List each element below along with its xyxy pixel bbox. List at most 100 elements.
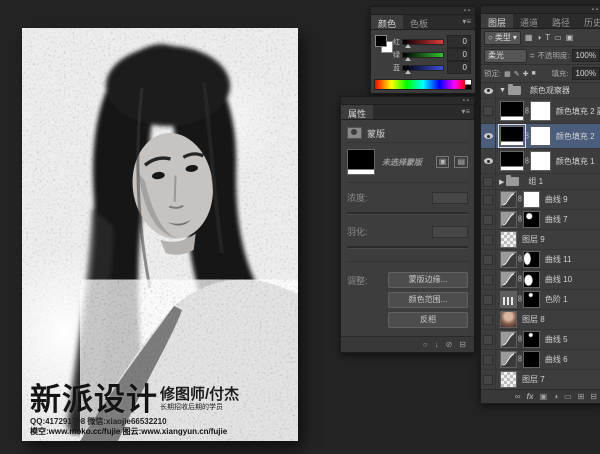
- color-panel-grip[interactable]: ▪▪: [371, 7, 475, 15]
- layer-mask-thumbnail[interactable]: [523, 251, 540, 268]
- new-layer-icon[interactable]: ⊞: [578, 392, 585, 402]
- panel-collapse-icon[interactable]: ▪▪: [464, 8, 472, 14]
- layer-thumbnail[interactable]: [500, 231, 517, 248]
- layer-mask-thumbnail[interactable]: [523, 211, 540, 228]
- filter-pixel-layers-icon[interactable]: ▦: [525, 33, 533, 42]
- layer-row-curves[interactable]: 8 曲线 6: [481, 350, 600, 370]
- visibility-toggle[interactable]: [481, 250, 496, 269]
- layer-row-fill[interactable]: 8 颜色填充 2 副本: [481, 99, 600, 124]
- red-slider[interactable]: [402, 39, 444, 45]
- layer-name[interactable]: 颜色观察器: [530, 85, 570, 96]
- density-slider[interactable]: [347, 212, 468, 215]
- layer-row-pixel[interactable]: 图层 7: [481, 370, 600, 389]
- layer-name[interactable]: 色阶 1: [545, 294, 568, 305]
- visibility-toggle[interactable]: [481, 83, 496, 98]
- filter-type-dropdown[interactable]: ○ 类型 ▾: [484, 31, 521, 45]
- panel-menu-icon[interactable]: ▾≡: [457, 105, 474, 119]
- layer-row-fill[interactable]: 8 颜色填充 1: [481, 149, 600, 174]
- panel-collapse-icon[interactable]: ▪▪: [592, 7, 600, 13]
- document-canvas[interactable]: 新派设计 修图师/付杰 长期招收后期的学员 QQ:417291798 微信:xi…: [22, 28, 298, 441]
- foreground-background-swatches[interactable]: [375, 35, 393, 57]
- opacity-value[interactable]: 100%: [572, 49, 600, 62]
- layer-row-pixel[interactable]: 图层 9: [481, 230, 600, 250]
- layer-name[interactable]: 颜色填充 2: [556, 131, 595, 142]
- add-pixel-mask-icon[interactable]: ▣: [436, 156, 450, 168]
- feather-slider[interactable]: [347, 246, 468, 249]
- layer-name[interactable]: 图层 9: [522, 234, 545, 245]
- layer-name[interactable]: 曲线 10: [545, 274, 572, 285]
- curves-adjustment-icon[interactable]: [500, 251, 517, 268]
- disable-mask-icon[interactable]: ⊘: [446, 340, 453, 349]
- tab-layers[interactable]: 图层: [481, 14, 513, 28]
- layer-name[interactable]: 图层 8: [522, 314, 545, 325]
- levels-adjustment-icon[interactable]: [500, 291, 517, 308]
- lock-position-icon[interactable]: ✚: [523, 70, 529, 78]
- layer-row-levels[interactable]: 8 色阶 1: [481, 290, 600, 310]
- layer-row-curves[interactable]: 8 曲线 9: [481, 190, 600, 210]
- tab-history[interactable]: 历史记录: [577, 14, 600, 28]
- layer-mask-thumbnail[interactable]: [523, 271, 540, 288]
- mask-edge-button[interactable]: 蒙版边缘...: [388, 272, 468, 288]
- visibility-toggle[interactable]: [481, 270, 496, 289]
- layer-row-group-collapsed[interactable]: ▶ 组 1: [481, 174, 600, 190]
- feather-value-box[interactable]: [432, 226, 468, 238]
- layer-row-pixel[interactable]: 图层 8: [481, 310, 600, 330]
- panel-menu-icon[interactable]: ▾≡: [458, 15, 475, 29]
- filter-type-layers-icon[interactable]: T: [545, 33, 550, 42]
- layer-mask-thumbnail[interactable]: [523, 331, 540, 348]
- visibility-toggle[interactable]: [481, 350, 496, 369]
- visibility-toggle[interactable]: [481, 370, 496, 389]
- layer-thumbnail[interactable]: [500, 371, 517, 388]
- new-group-icon[interactable]: ▭: [564, 392, 572, 402]
- tab-swatches[interactable]: 色板: [403, 15, 435, 29]
- add-vector-mask-icon[interactable]: ▤: [454, 156, 468, 168]
- layers-panel-grip[interactable]: ▪▪: [481, 6, 600, 14]
- lock-transparency-icon[interactable]: ▦: [504, 70, 511, 78]
- visibility-toggle[interactable]: [481, 99, 496, 123]
- layer-mask-thumbnail[interactable]: [523, 191, 540, 208]
- layer-mask-thumbnail[interactable]: [530, 151, 551, 171]
- layer-name[interactable]: 曲线 5: [545, 334, 568, 345]
- delete-mask-icon[interactable]: ⊟: [459, 340, 466, 349]
- red-value[interactable]: 0: [447, 35, 471, 48]
- curves-adjustment-icon[interactable]: [500, 351, 517, 368]
- layer-row-curves[interactable]: 8 曲线 11: [481, 250, 600, 270]
- curves-adjustment-icon[interactable]: [500, 211, 517, 228]
- filter-smart-object-icon[interactable]: ▣: [566, 33, 574, 42]
- visibility-toggle[interactable]: [481, 149, 496, 173]
- fill-value[interactable]: 100%: [572, 67, 600, 80]
- lock-all-icon[interactable]: ■: [531, 70, 535, 78]
- color-spectrum-ramp[interactable]: [374, 79, 472, 90]
- tab-properties[interactable]: 属性: [341, 105, 373, 119]
- filter-shape-layers-icon[interactable]: ▭: [554, 33, 562, 42]
- visibility-toggle[interactable]: [481, 290, 496, 309]
- layer-name[interactable]: 曲线 7: [545, 214, 568, 225]
- layer-row-fill-selected[interactable]: 8 颜色填充 2: [481, 124, 600, 149]
- disclosure-triangle-icon[interactable]: ▼: [499, 87, 506, 94]
- lock-pixels-icon[interactable]: ✎: [514, 70, 520, 78]
- layer-style-icon[interactable]: fx: [527, 392, 534, 402]
- layer-mask-thumbnail[interactable]: [523, 291, 540, 308]
- link-layers-icon[interactable]: ∞: [515, 392, 521, 402]
- tab-paths[interactable]: 路径: [545, 14, 577, 28]
- green-slider[interactable]: [402, 52, 444, 58]
- curves-adjustment-icon[interactable]: [500, 271, 517, 288]
- density-value-box[interactable]: [432, 192, 468, 204]
- layer-thumbnail[interactable]: [500, 101, 524, 121]
- layer-row-curves[interactable]: 8 曲线 10: [481, 270, 600, 290]
- visibility-toggle[interactable]: [481, 210, 496, 229]
- curves-adjustment-icon[interactable]: [500, 191, 517, 208]
- layer-name[interactable]: 曲线 9: [545, 194, 568, 205]
- tab-channels[interactable]: 通道: [513, 14, 545, 28]
- visibility-toggle[interactable]: [481, 124, 496, 148]
- visibility-toggle[interactable]: [481, 310, 496, 329]
- layer-name[interactable]: 图层 7: [522, 374, 545, 385]
- layer-name[interactable]: 颜色填充 2 副本: [556, 106, 600, 117]
- color-range-button[interactable]: 颜色范围...: [388, 292, 468, 308]
- visibility-toggle[interactable]: [481, 230, 496, 249]
- apply-mask-icon[interactable]: ↓: [435, 340, 439, 349]
- layer-mask-thumbnail[interactable]: [530, 101, 551, 121]
- blue-slider[interactable]: [402, 65, 444, 71]
- layer-mask-thumbnail[interactable]: [523, 351, 540, 368]
- properties-panel-grip[interactable]: ▪▪: [341, 97, 474, 105]
